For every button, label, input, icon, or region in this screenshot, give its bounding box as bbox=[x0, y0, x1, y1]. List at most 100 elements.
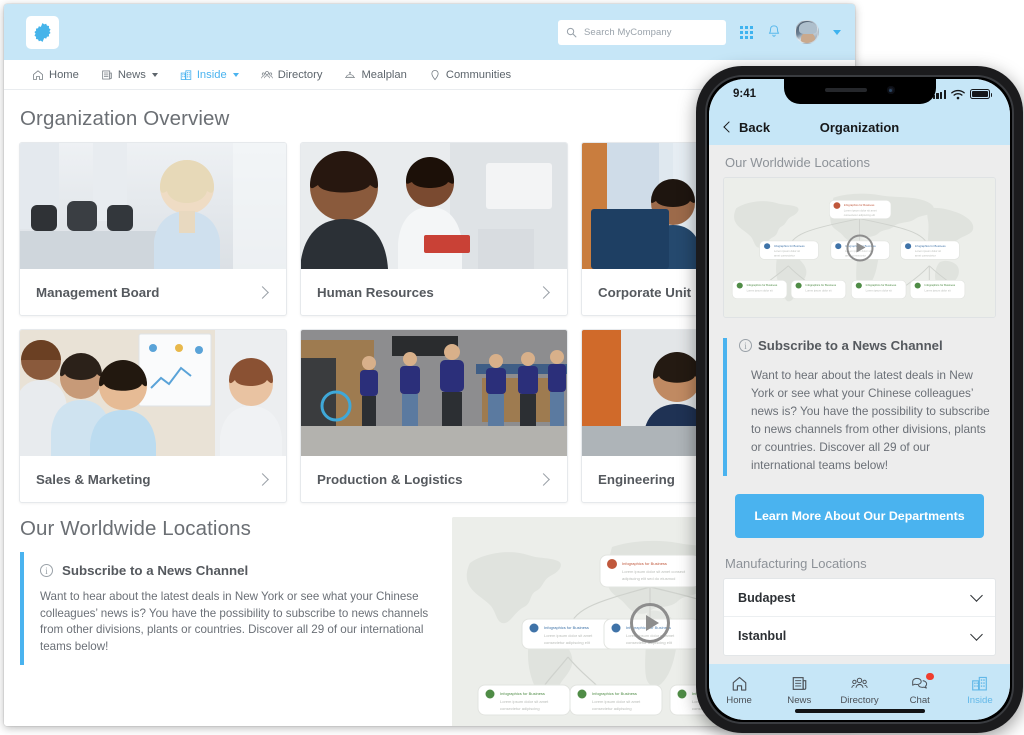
tab-label: Inside bbox=[967, 694, 993, 706]
chevron-left-icon bbox=[723, 121, 735, 133]
news-icon bbox=[102, 70, 112, 79]
status-indicators bbox=[932, 89, 993, 100]
home-icon bbox=[33, 69, 43, 80]
chevron-right-icon[interactable] bbox=[537, 472, 550, 486]
building-icon bbox=[972, 676, 988, 690]
play-button-icon[interactable] bbox=[846, 234, 873, 261]
tab-inside[interactable]: Inside bbox=[950, 675, 1010, 706]
phone-world-map-infographic[interactable]: Infographics for Business Lorem ipsum do… bbox=[723, 177, 996, 318]
nav-item-mealplan[interactable]: Mealplan bbox=[344, 69, 407, 81]
phone-screen: 9:41 Back Organization Our Worldwide Loc… bbox=[709, 79, 1010, 720]
org-card-production-logistics[interactable]: Production & Logistics bbox=[300, 329, 568, 503]
svg-text:adipiscing elit sed do eiusmod: adipiscing elit sed do eiusmod bbox=[622, 576, 675, 581]
svg-text:Lorem ipsum dolor sit amet: Lorem ipsum dolor sit amet bbox=[500, 699, 549, 704]
manufacturing-locations-list: Budapest Istanbul bbox=[723, 578, 996, 656]
chevron-down-icon[interactable] bbox=[970, 627, 983, 641]
search-input[interactable]: Search MyCompany bbox=[558, 19, 726, 45]
phone-notch bbox=[783, 79, 936, 104]
card-footer: Human Resources bbox=[301, 269, 567, 315]
tab-news[interactable]: News bbox=[769, 675, 829, 706]
tab-chat[interactable]: Chat bbox=[890, 672, 950, 706]
nav-item-news[interactable]: News bbox=[101, 69, 158, 81]
svg-text:Infographics for Business: Infographics for Business bbox=[622, 561, 667, 566]
phone-info-body: Want to hear about the latest deals in N… bbox=[751, 368, 990, 472]
org-card-human-resources[interactable]: Human Resources bbox=[300, 142, 568, 316]
svg-text:Infographics for Business: Infographics for Business bbox=[500, 691, 545, 696]
card-footer: Sales & Marketing bbox=[20, 456, 286, 502]
svg-text:Infographics for Business: Infographics for Business bbox=[544, 625, 589, 630]
org-card-sales-marketing[interactable]: Sales & Marketing bbox=[19, 329, 287, 503]
header-actions: Search MyCompany bbox=[558, 4, 841, 60]
svg-text:Lorem ipsum dolor sit amet: Lorem ipsum dolor sit amet bbox=[844, 209, 877, 213]
card-footer: Management Board bbox=[20, 269, 286, 315]
nav-label: Directory bbox=[277, 68, 323, 81]
learn-more-button[interactable]: Learn More About Our Departments bbox=[735, 494, 984, 538]
card-label: Management Board bbox=[36, 284, 160, 300]
svg-text:Infographics for Business: Infographics for Business bbox=[925, 283, 956, 287]
building-icon bbox=[180, 69, 192, 80]
nav-item-inside[interactable]: Inside bbox=[180, 69, 239, 81]
svg-text:Infographics for Business: Infographics for Business bbox=[866, 283, 897, 287]
svg-text:Infographics for Business: Infographics for Business bbox=[747, 283, 778, 287]
svg-text:Infographics for Business: Infographics for Business bbox=[774, 244, 805, 248]
play-button-icon[interactable] bbox=[630, 603, 670, 643]
chevron-down-icon[interactable] bbox=[970, 589, 983, 602]
phone-navbar: Back Organization bbox=[709, 109, 1010, 145]
location-label: Budapest bbox=[738, 590, 796, 605]
chat-unread-badge bbox=[926, 672, 934, 680]
chevron-down-icon[interactable] bbox=[833, 29, 841, 35]
svg-text:Infographics for Business: Infographics for Business bbox=[844, 203, 875, 207]
nav-label: Home bbox=[49, 68, 79, 81]
phone-content: Our Worldwide Locations Infographics for… bbox=[709, 145, 1010, 664]
svg-text:Lorem ipsum dolor sit amet: Lorem ipsum dolor sit amet bbox=[592, 699, 641, 704]
bell-icon[interactable] bbox=[767, 24, 781, 40]
people-icon bbox=[851, 677, 868, 688]
front-camera-icon bbox=[886, 86, 895, 94]
desktop-header: Search MyCompany bbox=[4, 4, 855, 60]
wifi-icon bbox=[951, 89, 965, 99]
svg-text:Infographics for Business: Infographics for Business bbox=[915, 244, 946, 248]
chevron-right-icon[interactable] bbox=[256, 285, 269, 299]
chevron-right-icon[interactable] bbox=[256, 472, 269, 486]
card-label: Corporate Unit bbox=[598, 284, 692, 300]
phone-info-heading: Subscribe to a News Channel bbox=[758, 338, 943, 353]
chevron-down-icon bbox=[151, 72, 158, 77]
card-image-production-logistics bbox=[301, 330, 567, 456]
info-box-heading: Subscribe to a News Channel bbox=[62, 563, 249, 578]
tab-directory[interactable]: Directory bbox=[829, 675, 889, 706]
status-time: 9:41 bbox=[733, 88, 757, 100]
svg-text:Infographics for Business: Infographics for Business bbox=[805, 283, 836, 287]
svg-text:consectetur adipiscing: consectetur adipiscing bbox=[592, 706, 632, 711]
phone-bezel: 9:41 Back Organization Our Worldwide Loc… bbox=[705, 75, 1014, 724]
chevron-down-icon bbox=[232, 72, 239, 77]
list-item[interactable]: Istanbul bbox=[724, 617, 995, 655]
back-button[interactable]: Back bbox=[723, 120, 770, 135]
nav-label: Inside bbox=[196, 68, 227, 81]
svg-text:Lorem ipsum dolor sit: Lorem ipsum dolor sit bbox=[915, 249, 941, 253]
info-box-heading-row: i Subscribe to a News Channel bbox=[40, 563, 444, 578]
nav-item-communities[interactable]: Communities bbox=[429, 69, 511, 81]
card-image-human-resources bbox=[301, 143, 567, 269]
locations-title: Our Worldwide Locations bbox=[20, 517, 251, 540]
svg-text:consectetur adipiscing: consectetur adipiscing bbox=[500, 706, 540, 711]
tab-label: Home bbox=[726, 694, 752, 706]
card-label: Sales & Marketing bbox=[36, 471, 151, 487]
nav-item-home[interactable]: Home bbox=[32, 69, 79, 81]
apps-grid-icon[interactable] bbox=[740, 25, 753, 39]
svg-text:Infographics for Business: Infographics for Business bbox=[592, 691, 637, 696]
news-icon bbox=[792, 676, 807, 690]
card-image-management-board bbox=[20, 143, 286, 269]
search-placeholder: Search MyCompany bbox=[584, 26, 672, 38]
chevron-right-icon[interactable] bbox=[537, 285, 550, 299]
svg-text:amet consectetur: amet consectetur bbox=[774, 254, 795, 258]
company-logo[interactable] bbox=[26, 15, 59, 49]
avatar[interactable] bbox=[795, 20, 819, 44]
battery-full-icon bbox=[970, 89, 993, 99]
svg-text:Lorem ipsum dolor sit: Lorem ipsum dolor sit bbox=[805, 288, 831, 292]
list-item[interactable]: Budapest bbox=[724, 579, 995, 617]
news-channel-info-box: i Subscribe to a News Channel Want to he… bbox=[20, 552, 444, 665]
tab-home[interactable]: Home bbox=[709, 675, 769, 706]
nav-item-directory[interactable]: Directory bbox=[260, 68, 323, 81]
org-card-management-board[interactable]: Management Board bbox=[19, 142, 287, 316]
nav-label: News bbox=[117, 68, 146, 81]
